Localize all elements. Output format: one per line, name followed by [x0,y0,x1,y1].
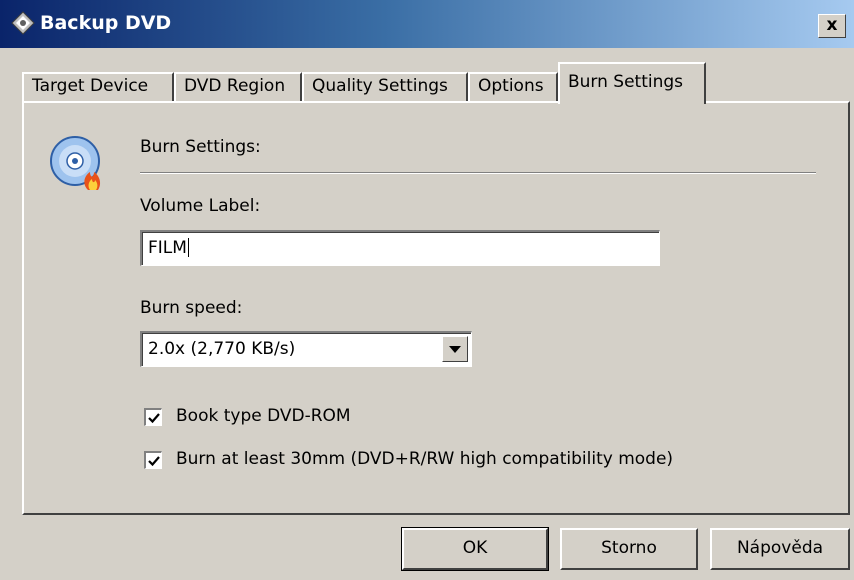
tab-dvd-region[interactable]: DVD Region [174,72,302,102]
volume-label-input[interactable]: FILM [140,230,660,266]
burn-30mm-checkbox[interactable] [144,451,162,469]
tab-quality-settings[interactable]: Quality Settings [302,72,468,102]
section-title: Burn Settings: [140,137,261,157]
volume-label-caption: Volume Label: [140,196,261,216]
tab-burn-settings[interactable]: Burn Settings [558,62,706,104]
checkmark-icon [148,456,160,467]
backup-dvd-dialog: Backup DVD x Target Device DVD Region Qu… [0,0,854,580]
chevron-down-icon[interactable] [442,336,468,362]
app-icon [11,11,35,35]
title-bar[interactable]: Backup DVD x [0,0,854,48]
help-button[interactable]: Nápověda [710,528,850,570]
cancel-button[interactable]: Storno [560,528,698,570]
book-type-label: Book type DVD-ROM [176,406,351,426]
tab-target-device[interactable]: Target Device [22,72,174,102]
burning-disc-icon [50,136,101,190]
volume-label-value: FILM [148,238,187,258]
burn-speed-value: 2.0x (2,770 KB/s) [148,339,296,359]
book-type-checkbox[interactable] [144,408,162,426]
tab-options[interactable]: Options [468,72,558,102]
text-caret [187,238,189,257]
close-button[interactable]: x [818,14,846,38]
burn-30mm-label: Burn at least 30mm (DVD+R/RW high compat… [176,449,674,469]
burn-speed-caption: Burn speed: [140,298,243,318]
window-title: Backup DVD [40,12,172,34]
checkmark-icon [148,413,160,424]
burn-speed-select[interactable]: 2.0x (2,770 KB/s) [140,331,472,367]
ok-button[interactable]: OK [401,527,549,571]
